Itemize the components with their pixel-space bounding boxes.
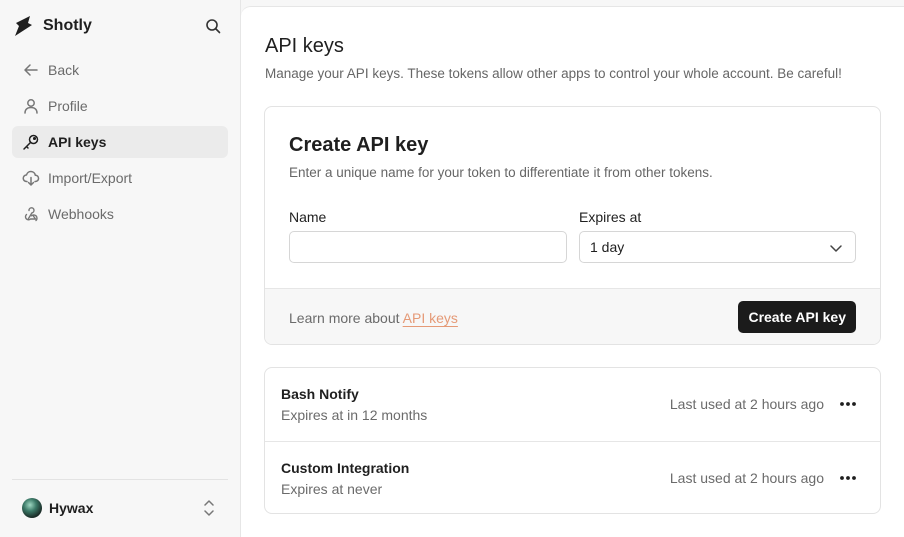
shotly-logo-icon (15, 16, 32, 36)
user-name: Hywax (49, 500, 94, 516)
avatar (22, 498, 42, 518)
user-icon (22, 97, 40, 115)
brand[interactable]: Shotly (14, 14, 92, 38)
create-card-description: Enter a unique name for your token to di… (289, 165, 713, 180)
user-menu-button[interactable]: Hywax (12, 490, 228, 526)
arrow-left-icon (22, 61, 40, 79)
sidebar-item-webhooks[interactable]: Webhooks (12, 198, 228, 230)
create-api-key-card: Create API key Enter a unique name for y… (264, 106, 881, 345)
sidebar-item-api-keys[interactable]: API keys (12, 126, 228, 158)
api-key-row: Custom Integration Expires at never Last… (265, 441, 880, 513)
sidebar-item-label: API keys (48, 134, 107, 150)
more-options-button[interactable] (836, 468, 860, 488)
chevron-down-icon (830, 245, 842, 252)
api-key-name: Bash Notify (281, 386, 359, 402)
more-horizontal-icon (840, 476, 856, 480)
sidebar: Shotly Back Profile API keys Import/Expo… (0, 0, 241, 537)
learn-more-text: Learn more about API keys (289, 310, 458, 326)
main-panel: API keys Manage your API keys. These tok… (241, 6, 904, 537)
api-key-expires: Expires at in 12 months (281, 407, 428, 423)
sidebar-item-import-export[interactable]: Import/Export (12, 162, 228, 194)
create-api-key-button[interactable]: Create API key (738, 301, 856, 333)
api-keys-list: Bash Notify Expires at in 12 months Last… (264, 367, 881, 514)
create-card-title: Create API key (289, 134, 429, 156)
page-title: API keys (265, 35, 344, 57)
chevron-up-down-icon (204, 500, 214, 516)
page-subtitle: Manage your API keys. These tokens allow… (265, 66, 842, 81)
more-horizontal-icon (840, 402, 856, 406)
app-name: Shotly (43, 17, 92, 34)
api-key-last-used: Last used at 2 hours ago (669, 396, 824, 412)
learn-more-prefix: Learn more about (289, 310, 403, 326)
name-label: Name (289, 209, 327, 225)
create-card-footer: Learn more about API keys Create API key (265, 288, 880, 344)
expires-label: Expires at (579, 209, 642, 225)
sidebar-item-profile[interactable]: Profile (12, 90, 228, 122)
sidebar-item-label: Webhooks (48, 206, 114, 222)
expires-select[interactable]: 1 day (579, 231, 856, 263)
more-options-button[interactable] (836, 394, 860, 414)
api-key-row: Bash Notify Expires at in 12 months Last… (265, 368, 880, 441)
app-root: Shotly Back Profile API keys Import/Expo… (0, 0, 904, 537)
api-key-name: Custom Integration (281, 460, 410, 476)
sidebar-item-label: Profile (48, 98, 88, 114)
api-key-last-used: Last used at 2 hours ago (669, 470, 824, 486)
sidebar-item-back[interactable]: Back (12, 54, 228, 86)
search-button[interactable] (203, 16, 223, 36)
cloud-download-icon (22, 169, 40, 187)
expires-select-value: 1 day (590, 239, 625, 255)
api-key-expires: Expires at never (281, 481, 383, 497)
sidebar-divider (12, 479, 228, 480)
key-icon (22, 133, 40, 151)
sidebar-item-label: Back (48, 62, 80, 78)
sidebar-nav: Back Profile API keys Import/Export Webh… (12, 54, 228, 234)
webhook-icon (22, 205, 40, 223)
sidebar-item-label: Import/Export (48, 170, 133, 186)
name-input[interactable] (289, 231, 567, 263)
api-keys-docs-link[interactable]: API keys (403, 310, 458, 326)
search-icon (206, 19, 221, 34)
